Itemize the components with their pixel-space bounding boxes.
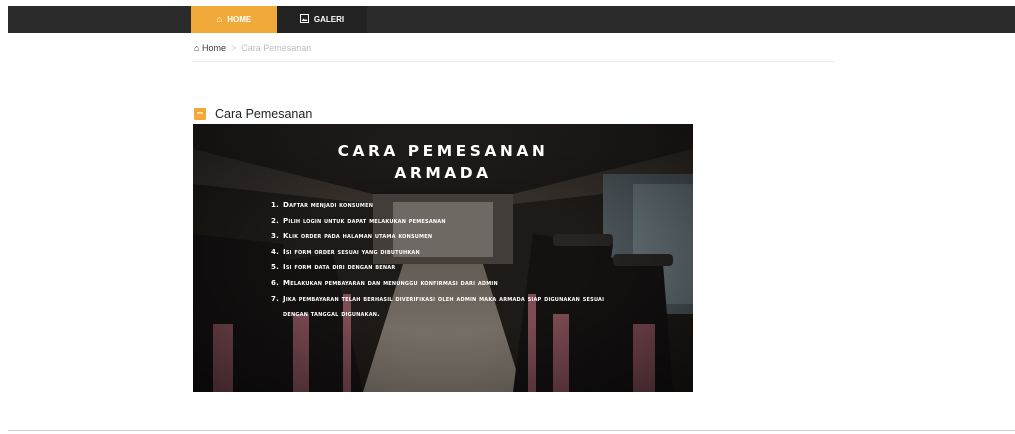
nav-galeri[interactable]: GALERI: [277, 6, 367, 33]
banner-title-line2: ARMADA: [394, 164, 492, 182]
section-title: Cara Pemesanan: [215, 107, 313, 121]
breadcrumb: ⌂ Home > Cara Pemesanan: [194, 43, 311, 53]
nav-galeri-label: GALERI: [313, 15, 345, 24]
step-item: 1. Daftar menjadi konsumen: [271, 197, 621, 213]
top-navigation-bar: ⌂ HOME GALERI: [8, 6, 1015, 33]
step-text: Daftar menjadi konsumen: [283, 200, 374, 209]
step-text: Isi form order sesuai yang dibutuhkan: [283, 246, 420, 256]
breadcrumb-separator: >: [230, 43, 237, 53]
step-text: Jika pembayaran telah berhasil diverifik…: [283, 293, 605, 319]
step-number: 6.: [271, 277, 280, 287]
nav-home[interactable]: ⌂ HOME: [191, 6, 277, 33]
section-header: – Cara Pemesanan: [194, 107, 312, 121]
step-item: 4. Isi form order sesuai yang dibutuhkan: [271, 244, 621, 260]
home-icon: ⌂: [194, 43, 200, 53]
footer-divider: [8, 430, 1015, 431]
step-item: 2. Pilih login untuk dapat melakukan pem…: [271, 213, 621, 229]
info-banner-image: CARA PEMESANAN ARMADA 1. Daftar menjadi …: [193, 124, 693, 392]
image-icon: [299, 14, 309, 25]
step-text: Klik order pada halaman utama konsumen: [283, 231, 433, 241]
step-number: 5.: [271, 262, 280, 272]
step-number: 7.: [271, 293, 280, 303]
divider: [192, 61, 835, 62]
step-number: 3.: [271, 231, 280, 241]
step-item: 3. Klik order pada halaman utama konsume…: [271, 228, 621, 244]
steps-list: 1. Daftar menjadi konsumen 2. Pilih logi…: [271, 197, 621, 322]
breadcrumb-home-label: Home: [201, 43, 226, 53]
step-number: 1.: [271, 200, 280, 209]
collapse-icon[interactable]: –: [194, 108, 206, 120]
step-number: 2.: [271, 215, 280, 225]
home-icon: ⌂: [216, 14, 223, 24]
step-text: Melakukan pembayaran dan menunggu konfir…: [283, 277, 498, 287]
nav-home-label: HOME: [227, 15, 252, 24]
breadcrumb-current: Cara Pemesanan: [241, 43, 312, 53]
step-item: 6. Melakukan pembayaran dan menunggu kon…: [271, 275, 621, 291]
banner-title-line1: CARA PEMESANAN: [337, 142, 549, 160]
step-item: 7. Jika pembayaran telah berhasil diveri…: [271, 291, 621, 322]
step-text: Pilih login untuk dapat melakukan pemesa…: [283, 215, 446, 225]
step-number: 4.: [271, 246, 280, 256]
step-item: 5. Isi form data diri dengan benar: [271, 259, 621, 275]
step-text: Isi form data diri dengan benar: [283, 262, 396, 272]
breadcrumb-home[interactable]: ⌂ Home: [194, 43, 226, 53]
